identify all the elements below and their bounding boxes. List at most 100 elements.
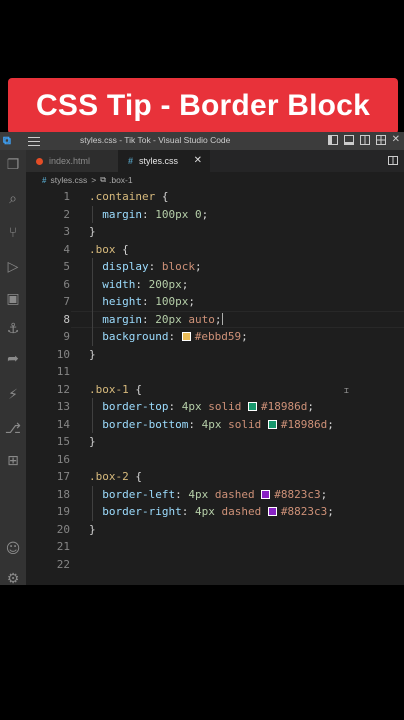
code-line: 7 height: 100px;: [26, 293, 404, 311]
semicolon: ;: [241, 330, 248, 343]
semicolon: ;: [327, 417, 334, 431]
line-code: .box-2 {: [89, 468, 142, 486]
color-value: #18986d: [260, 400, 308, 413]
brace: {: [155, 190, 169, 203]
code-line: 8 margin: 20px auto;: [26, 310, 404, 329]
line-number: 13: [56, 400, 70, 413]
split-editor-icon[interactable]: [388, 156, 398, 165]
code-line: 9 background: #ebbd59;: [26, 328, 404, 346]
settings-gear-icon[interactable]: ⚙: [4, 570, 22, 585]
code-editor[interactable]: 1 .container { 2 margin: 100px 0; 3} 4 .bo…: [26, 188, 404, 585]
color-swatch[interactable]: [247, 402, 257, 411]
tab-index-html[interactable]: index.html: [26, 150, 118, 172]
line-code: border-left: 4px dashed #8823c3;: [89, 486, 327, 504]
number-value: 200px: [148, 277, 182, 291]
title-banner: CSS Tip - Border Block: [8, 78, 398, 134]
code-line: 4 .box {: [26, 241, 404, 259]
line-code: .box-1 {: [89, 381, 142, 399]
line-number: 7: [63, 295, 70, 308]
colon: :: [175, 487, 189, 501]
close-window-icon[interactable]: ✕: [392, 135, 400, 145]
account-icon[interactable]: ☺: [4, 540, 22, 558]
tab-styles-css[interactable]: # styles.css ✕: [118, 150, 210, 172]
code-line: 13 border-top: 4px solid #18986d;: [26, 398, 404, 416]
thunder-client-icon[interactable]: ⚡: [4, 386, 22, 404]
git-graph-icon[interactable]: ⎇: [4, 420, 22, 438]
keyword-value: block: [161, 260, 195, 273]
color-swatch[interactable]: [261, 489, 271, 499]
line-code: border-right: 4px dashed #8823c3;: [89, 503, 334, 521]
semicolon: ;: [181, 277, 189, 291]
explorer-icon[interactable]: ❐: [4, 156, 22, 174]
tab-label: styles.css: [139, 156, 179, 166]
code-line: 10}: [26, 346, 404, 364]
line-number: 3: [63, 225, 70, 238]
semicolon: ;: [201, 207, 209, 221]
colon: :: [168, 400, 182, 413]
selector: .box: [89, 242, 116, 256]
colon: :: [148, 260, 162, 273]
extensions-icon[interactable]: ⊞: [4, 452, 22, 470]
code-line: 11: [26, 363, 404, 381]
vscode-window: ⧉ styles.css - Tik Tok - Visual Studio C…: [0, 132, 404, 585]
breadcrumb-symbol[interactable]: .box-1: [109, 175, 133, 185]
color-swatch[interactable]: [181, 332, 191, 341]
customize-layout-icon[interactable]: [375, 135, 386, 145]
toggle-sidebar-icon[interactable]: [327, 135, 338, 145]
line-number: 18: [56, 487, 70, 501]
code-line: 6 width: 200px;: [26, 275, 404, 293]
banner-title: CSS Tip - Border Block: [36, 89, 370, 122]
color-swatch[interactable]: [267, 419, 277, 429]
line-code: background: #ebbd59;: [89, 328, 248, 346]
mouse-pointer-icon: ⌶: [344, 386, 349, 395]
property: border-bottom: [102, 417, 189, 431]
line-code: margin: 20px auto;: [89, 311, 223, 329]
colon: :: [168, 330, 182, 343]
menu-icon[interactable]: [28, 137, 40, 146]
property: background: [102, 330, 169, 343]
brace: }: [89, 225, 96, 238]
run-debug-icon[interactable]: ▷: [4, 258, 22, 276]
docker-icon[interactable]: ⚓: [4, 320, 22, 338]
number-value: 4px: [201, 417, 222, 431]
search-icon[interactable]: ⌕: [4, 190, 22, 208]
toggle-secondary-sidebar-icon[interactable]: [359, 135, 370, 145]
property: margin: [102, 312, 142, 326]
line-number: 21: [56, 540, 70, 553]
color-value: #ebbd59: [194, 330, 242, 343]
breadcrumb-file[interactable]: styles.css: [50, 175, 87, 185]
line-number: 17: [56, 470, 70, 483]
vscode-logo-icon: ⧉: [3, 134, 11, 147]
code-line: 2 margin: 100px 0;: [26, 205, 404, 223]
live-share-icon[interactable]: ➦: [4, 350, 22, 368]
line-number: 4: [63, 242, 70, 256]
toggle-panel-icon[interactable]: [343, 135, 354, 145]
color-value: #18986d: [280, 417, 328, 431]
property: height: [102, 295, 142, 308]
code-line: 21: [26, 538, 404, 556]
tab-label: index.html: [49, 156, 91, 166]
breadcrumb: # styles.css > ⧉ .box-1: [26, 172, 404, 188]
number-value: 4px: [194, 505, 215, 518]
remote-explorer-icon[interactable]: ▣: [4, 290, 22, 308]
number-value: 100px 0: [155, 207, 202, 221]
semicolon: ;: [307, 400, 314, 413]
line-code: }: [89, 223, 96, 241]
semicolon: ;: [214, 312, 222, 326]
title-bar: ⧉ styles.css - Tik Tok - Visual Studio C…: [0, 132, 404, 150]
line-number: 16: [56, 452, 70, 466]
line-number: 11: [56, 365, 70, 378]
close-tab-icon[interactable]: ✕: [194, 155, 202, 166]
line-number: 6: [63, 277, 70, 291]
color-swatch[interactable]: [267, 507, 277, 516]
keyword-value: dashed: [208, 487, 262, 501]
keyword-value: auto: [181, 312, 215, 326]
source-control-icon[interactable]: ⑂: [4, 224, 22, 242]
code-line: 18 border-left: 4px dashed #8823c3;: [26, 485, 404, 504]
selector: .box-1: [89, 382, 129, 396]
number-value: 4px: [188, 487, 209, 501]
property: border-right: [102, 505, 182, 518]
code-line: 19 border-right: 4px dashed #8823c3;: [26, 503, 404, 521]
code-line: 16: [26, 451, 404, 469]
breadcrumb-separator: >: [91, 175, 97, 185]
